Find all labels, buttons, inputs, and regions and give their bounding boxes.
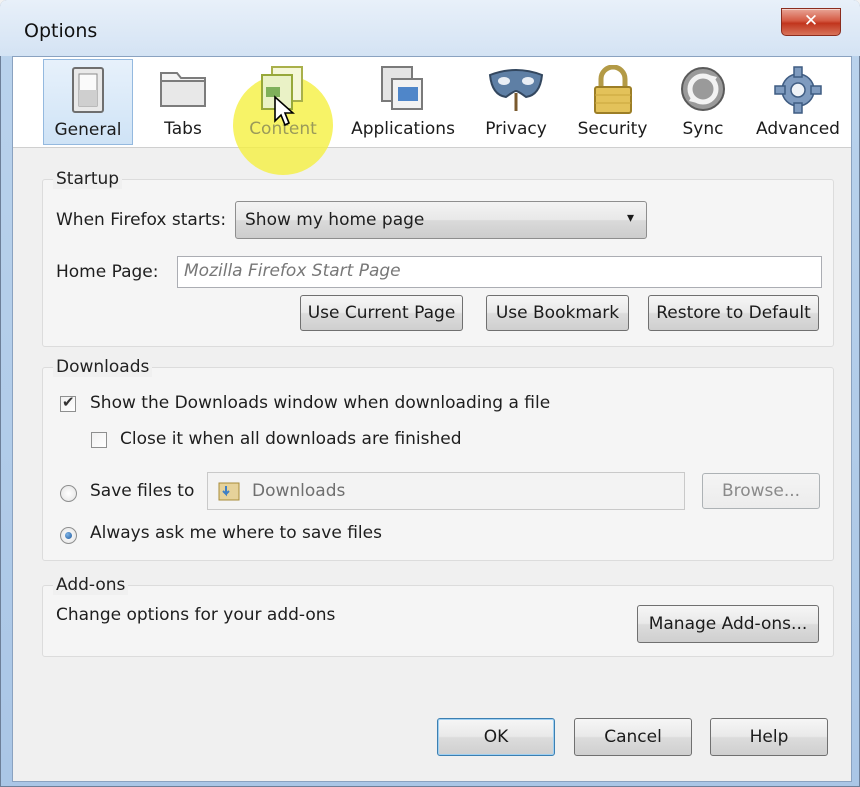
download-folder-field[interactable]: Downloads — [207, 472, 685, 510]
home-page-label: Home Page: — [56, 262, 159, 282]
tab-applications-label: Applications — [351, 119, 455, 139]
cancel-button[interactable]: Cancel — [574, 718, 692, 756]
tab-privacy-label: Privacy — [485, 119, 547, 139]
downloads-title: Downloads — [53, 357, 153, 377]
always-ask-radio[interactable] — [60, 527, 77, 544]
startup-select-value: Show my home page — [245, 210, 425, 230]
close-when-finished-label: Close it when all downloads are finished — [120, 429, 462, 449]
use-current-page-button[interactable]: Use Current Page — [300, 295, 463, 331]
general-switch-icon — [71, 66, 105, 119]
startup-title: Startup — [53, 169, 123, 189]
browse-button[interactable]: Browse... — [702, 473, 820, 509]
radio-selected-dot — [65, 532, 72, 539]
tab-sync[interactable]: Sync — [663, 59, 743, 145]
show-downloads-label: Show the Downloads window when downloadi… — [90, 393, 551, 413]
tab-sync-label: Sync — [682, 119, 724, 139]
tab-security[interactable]: Security — [565, 59, 660, 145]
tab-general[interactable]: General — [43, 59, 133, 145]
close-when-finished-checkbox[interactable] — [91, 432, 107, 448]
home-page-field[interactable]: Mozilla Firefox Start Page — [177, 256, 822, 288]
tab-privacy[interactable]: Privacy — [471, 59, 561, 145]
title-bar[interactable]: Options ✕ — [0, 0, 860, 56]
window-title: Options — [24, 20, 98, 42]
chevron-down-icon: ▾ — [626, 210, 634, 226]
ok-button[interactable]: OK — [437, 718, 555, 756]
save-files-label: Save files to — [90, 481, 195, 501]
tab-advanced-label: Advanced — [756, 119, 840, 139]
tab-tabs-label: Tabs — [164, 119, 202, 139]
applications-icon — [378, 65, 428, 118]
tab-advanced[interactable]: Advanced — [748, 59, 848, 145]
addons-title: Add-ons — [53, 575, 129, 595]
when-starts-label: When Firefox starts: — [56, 210, 227, 230]
use-bookmark-button[interactable]: Use Bookmark — [486, 295, 629, 331]
tab-tabs[interactable]: Tabs — [143, 59, 223, 145]
sync-icon — [679, 65, 727, 118]
pane-toolbar: General Tabs Content Applications Privac… — [13, 57, 851, 175]
tab-applications[interactable]: Applications — [338, 59, 468, 145]
addons-description: Change options for your add-ons — [56, 605, 336, 625]
tab-general-label: General — [54, 120, 122, 140]
privacy-mask-icon — [486, 65, 546, 118]
options-dialog: General Tabs Content Applications Privac… — [12, 56, 852, 782]
always-ask-label: Always ask me where to save files — [90, 523, 382, 543]
home-page-value: Mozilla Firefox Start Page — [184, 261, 401, 281]
download-folder-value: Downloads — [252, 481, 346, 501]
folder-icon — [218, 480, 240, 507]
tabs-folder-icon — [158, 65, 208, 114]
tab-security-label: Security — [577, 119, 648, 139]
advanced-gear-icon — [773, 65, 823, 120]
restore-default-button[interactable]: Restore to Default — [648, 295, 819, 331]
close-icon: ✕ — [803, 11, 819, 31]
help-button[interactable]: Help — [710, 718, 828, 756]
close-button[interactable]: ✕ — [781, 8, 841, 36]
save-files-radio[interactable] — [60, 485, 77, 502]
mouse-pointer-icon — [273, 95, 296, 132]
startup-select[interactable]: Show my home page ▾ — [235, 201, 647, 239]
show-downloads-checkbox[interactable]: ✔ — [60, 393, 76, 412]
manage-addons-button[interactable]: Manage Add-ons... — [637, 605, 819, 643]
check-icon: ✔ — [62, 393, 75, 411]
security-lock-icon — [591, 64, 635, 120]
